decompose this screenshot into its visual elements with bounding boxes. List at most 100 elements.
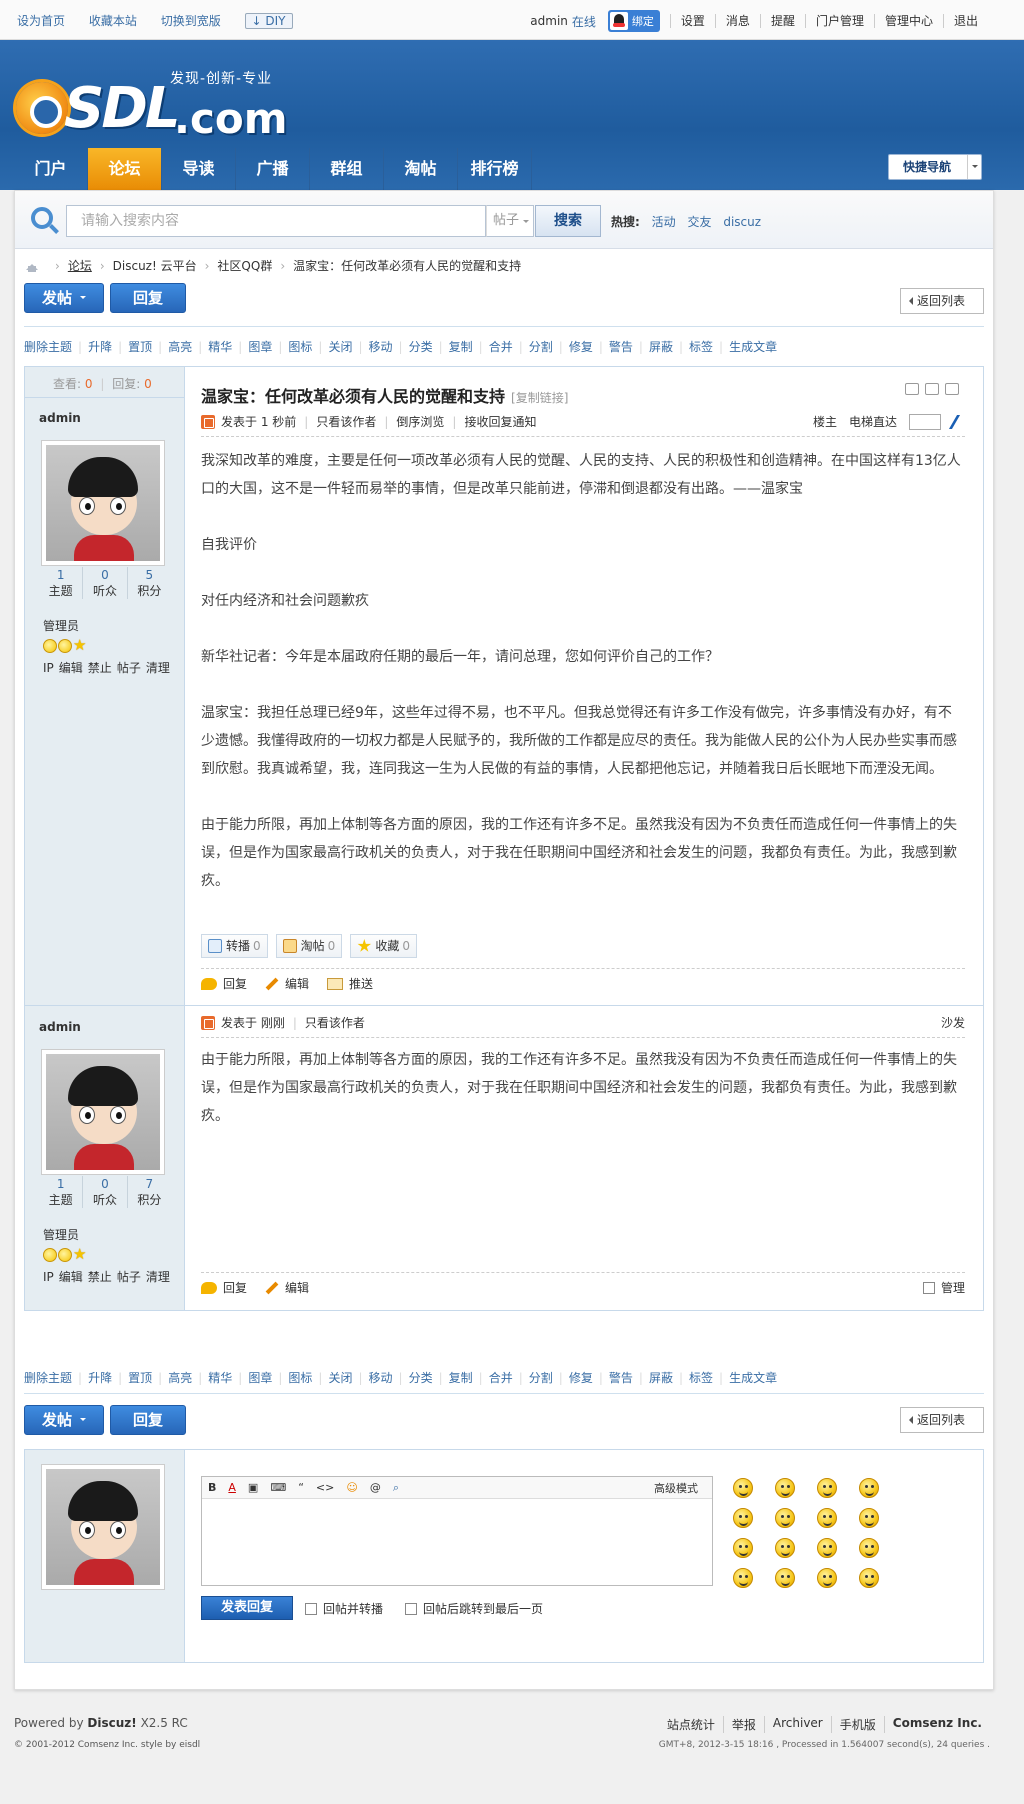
online-status[interactable]: 在线 bbox=[572, 13, 596, 30]
mod-tool[interactable]: 置顶 bbox=[128, 1371, 162, 1385]
back-to-list-button[interactable]: 返回列表 bbox=[900, 1407, 984, 1433]
quick-nav-button[interactable]: 快捷导航 bbox=[888, 154, 982, 180]
admin-link[interactable]: 禁止 bbox=[88, 1270, 112, 1284]
mod-tool[interactable]: 图章 bbox=[248, 340, 282, 354]
post-edit-button[interactable]: 编辑 bbox=[265, 1279, 309, 1296]
breadcrumb-item[interactable]: 论坛 bbox=[68, 257, 92, 274]
breadcrumb-item[interactable]: 社区QQ群 bbox=[217, 257, 272, 274]
mod-tool[interactable]: 屏蔽 bbox=[649, 1371, 683, 1385]
settings-link[interactable]: 设置 bbox=[669, 14, 715, 28]
smiley-icon[interactable] bbox=[859, 1568, 879, 1588]
admin-link[interactable]: 编辑 bbox=[59, 1270, 83, 1284]
reply-notify-link[interactable]: 接收回复通知 bbox=[464, 413, 536, 430]
avatar[interactable] bbox=[41, 1049, 165, 1175]
post-reply-button[interactable]: 回复 bbox=[201, 1279, 247, 1296]
next-thread-icon[interactable] bbox=[945, 383, 959, 395]
qq-bind-button[interactable]: 绑定 bbox=[607, 10, 660, 32]
nav-broadcast[interactable]: 广播 bbox=[236, 148, 310, 190]
admin-link[interactable]: 帖子 bbox=[117, 661, 141, 675]
admin-link[interactable]: 清理 bbox=[146, 661, 170, 675]
quote-button[interactable]: “ bbox=[298, 1481, 304, 1494]
smiley-icon[interactable] bbox=[817, 1478, 837, 1498]
user-group[interactable]: 管理员 bbox=[43, 1226, 79, 1243]
floor-jump-input[interactable] bbox=[909, 413, 941, 430]
search-input[interactable]: 请输入搜索内容 bbox=[66, 205, 486, 237]
smiley-icon[interactable] bbox=[733, 1508, 753, 1528]
footer-link[interactable]: Comsenz Inc. bbox=[883, 1716, 990, 1733]
smiley-icon[interactable] bbox=[859, 1508, 879, 1528]
mod-tool[interactable]: 高亮 bbox=[168, 1371, 202, 1385]
wide-mode-link[interactable]: 切换到宽版 bbox=[161, 14, 221, 28]
mod-tool[interactable]: 分类 bbox=[409, 1371, 443, 1385]
mention-button[interactable]: @ bbox=[370, 1481, 381, 1494]
footer-link[interactable]: 手机版 bbox=[830, 1716, 884, 1733]
manage-checkbox[interactable]: 管理 bbox=[922, 1279, 965, 1296]
smiley-icon[interactable] bbox=[733, 1538, 753, 1558]
footer-link[interactable]: 站点统计 bbox=[659, 1716, 723, 1733]
copy-link[interactable]: [复制链接] bbox=[511, 391, 568, 405]
reply-button[interactable]: 回复 bbox=[110, 1405, 186, 1435]
link-button[interactable]: ⌨ bbox=[270, 1481, 286, 1494]
collect-button[interactable]: 淘帖 0 bbox=[275, 934, 343, 958]
home-icon[interactable] bbox=[25, 260, 39, 272]
smiley-icon[interactable] bbox=[817, 1508, 837, 1528]
mod-tool[interactable]: 标签 bbox=[689, 340, 723, 354]
footer-link[interactable]: 举报 bbox=[722, 1716, 764, 1733]
back-to-list-button[interactable]: 返回列表 bbox=[900, 288, 984, 314]
smiley-icon[interactable] bbox=[775, 1508, 795, 1528]
mod-tool[interactable]: 图章 bbox=[248, 1371, 282, 1385]
logout-link[interactable]: 退出 bbox=[942, 14, 988, 28]
mod-tool[interactable]: 分割 bbox=[529, 340, 563, 354]
print-icon[interactable] bbox=[905, 383, 919, 395]
nav-guide[interactable]: 导读 bbox=[162, 148, 236, 190]
font-color-button[interactable]: A bbox=[228, 1481, 236, 1494]
attachment-button[interactable]: ⌕ bbox=[393, 1481, 399, 1495]
jump-last-option[interactable]: 回帖后跳转到最后一页 bbox=[405, 1600, 543, 1617]
portal-admin-link[interactable]: 门户管理 bbox=[804, 14, 874, 28]
admin-link[interactable]: IP bbox=[43, 1270, 54, 1284]
image-button[interactable]: ▣ bbox=[248, 1481, 258, 1494]
admin-link[interactable]: 编辑 bbox=[59, 661, 83, 675]
prev-thread-icon[interactable] bbox=[925, 383, 939, 395]
checkbox[interactable] bbox=[305, 1602, 317, 1615]
search-button[interactable]: 搜索 bbox=[535, 205, 601, 237]
mod-tool[interactable]: 复制 bbox=[449, 1371, 483, 1385]
admin-link[interactable]: 清理 bbox=[146, 1270, 170, 1284]
admin-center-link[interactable]: 管理中心 bbox=[873, 14, 943, 28]
mod-tool[interactable]: 精华 bbox=[208, 340, 242, 354]
smiley-icon[interactable] bbox=[733, 1568, 753, 1588]
user-group[interactable]: 管理员 bbox=[43, 617, 79, 634]
mod-tool[interactable]: 修复 bbox=[569, 1371, 603, 1385]
username-link[interactable]: admin bbox=[530, 14, 568, 28]
nav-ranking[interactable]: 排行榜 bbox=[458, 148, 532, 190]
mod-tool[interactable]: 图标 bbox=[288, 1371, 322, 1385]
mod-tool[interactable]: 生成文章 bbox=[729, 340, 783, 354]
admin-link[interactable]: 帖子 bbox=[117, 1270, 141, 1284]
smiley-icon[interactable] bbox=[775, 1478, 795, 1498]
smiley-icon[interactable] bbox=[859, 1478, 879, 1498]
mod-tool[interactable]: 置顶 bbox=[128, 340, 162, 354]
hot-search-item[interactable]: 活动 bbox=[652, 215, 676, 229]
reverse-order-link[interactable]: 倒序浏览 bbox=[396, 413, 444, 430]
mod-tool[interactable]: 图标 bbox=[288, 340, 322, 354]
mod-tool[interactable]: 关闭 bbox=[328, 1371, 362, 1385]
reply-editor[interactable]: B A ▣ ⌨ “ <> ☺ @ ⌕ 高级模式 bbox=[201, 1476, 713, 1586]
mod-tool[interactable]: 警告 bbox=[609, 340, 643, 354]
stat-topics[interactable]: 1 主题 bbox=[39, 567, 82, 599]
breadcrumb-item[interactable]: Discuz! 云平台 bbox=[113, 257, 197, 274]
mod-tool[interactable]: 移动 bbox=[369, 340, 403, 354]
hot-search-item[interactable]: 交友 bbox=[687, 215, 711, 229]
mod-tool[interactable]: 分类 bbox=[409, 340, 443, 354]
post-edit-button[interactable]: 编辑 bbox=[265, 975, 309, 992]
stat-points[interactable]: 7 积分 bbox=[126, 1176, 171, 1208]
checkbox[interactable] bbox=[922, 1281, 935, 1294]
search-type-select[interactable]: 帖子 bbox=[486, 205, 534, 237]
smiley-icon[interactable] bbox=[775, 1568, 795, 1588]
set-homepage-link[interactable]: 设为首页 bbox=[17, 14, 65, 28]
admin-link[interactable]: 禁止 bbox=[88, 661, 112, 675]
diy-button[interactable]: ↓ DIY bbox=[244, 13, 293, 29]
nav-portal[interactable]: 门户 bbox=[14, 148, 88, 190]
smiley-icon[interactable] bbox=[817, 1568, 837, 1588]
mod-tool[interactable]: 删除主题 bbox=[24, 1371, 82, 1385]
smiley-icon[interactable] bbox=[859, 1538, 879, 1558]
